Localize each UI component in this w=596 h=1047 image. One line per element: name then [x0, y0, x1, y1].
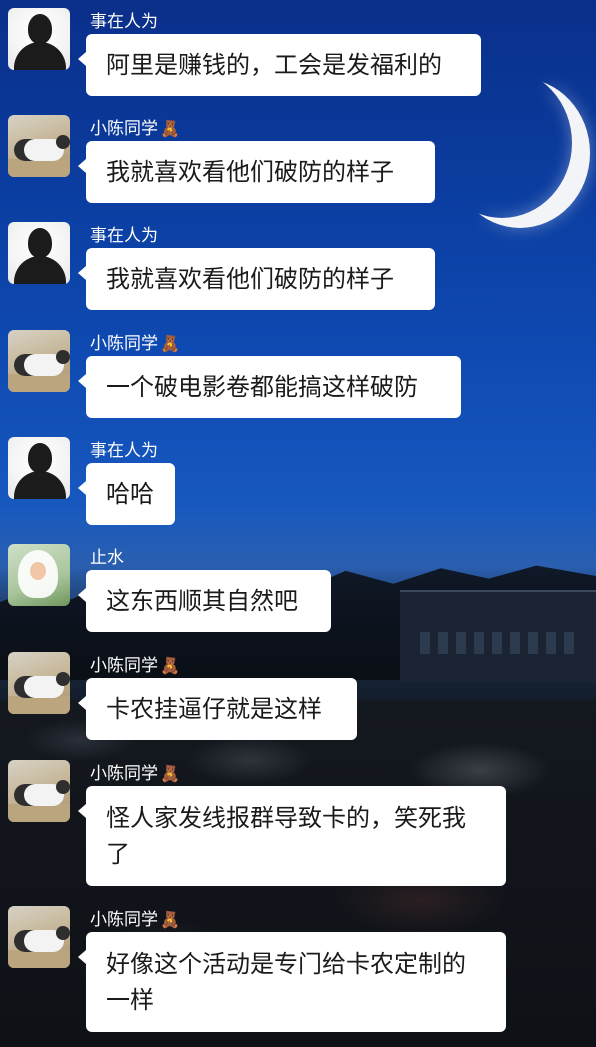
message-bubble[interactable]: 好像这个活动是专门给卡农定制的一样: [78, 932, 506, 1032]
message-bubble[interactable]: 怪人家发线报群导致卡的，笑死我了: [78, 786, 506, 886]
message-text: 这东西顺其自然吧: [106, 587, 298, 615]
avatar-cat-shape: [14, 780, 70, 806]
teddy-bear-icon: 🧸: [160, 334, 180, 353]
person-silhouette-avatar[interactable]: [8, 222, 70, 284]
child-photo-avatar[interactable]: [8, 544, 70, 606]
avatar-ledge-shape: [8, 159, 70, 177]
teddy-bear-icon: 🧸: [160, 119, 180, 138]
message-bubble[interactable]: 我就喜欢看他们破防的样子: [78, 248, 435, 310]
avatar-body-shape: [14, 471, 66, 499]
sender-name: 事在人为: [90, 440, 158, 462]
sender-name: 小陈同学 🧸: [90, 333, 180, 355]
sender-name: 止水: [90, 547, 124, 569]
sender-name-text: 小陈同学: [90, 119, 158, 139]
background-building: [400, 590, 596, 682]
message-text: 阿里是赚钱的，工会是发福利的: [106, 51, 442, 79]
message-text: 怪人家发线报群导致卡的，笑死我了: [106, 804, 466, 868]
message-text: 卡农挂逼仔就是这样: [106, 695, 322, 723]
avatar-face-shape: [30, 562, 46, 580]
sender-name-text: 小陈同学: [90, 910, 158, 930]
avatar-cat-shape: [14, 672, 70, 698]
avatar-cat-shape: [14, 135, 70, 161]
avatar-cat-shape: [14, 350, 70, 376]
message-text: 一个破电影卷都能搞这样破防: [106, 373, 418, 401]
cat-photo-avatar[interactable]: [8, 652, 70, 714]
avatar-cat-shape: [14, 926, 70, 952]
sender-name-text: 事在人为: [90, 441, 158, 461]
message-bubble[interactable]: 哈哈: [78, 463, 175, 525]
teddy-bear-icon: 🧸: [160, 764, 180, 783]
message-bubble[interactable]: 我就喜欢看他们破防的样子: [78, 141, 435, 203]
cat-photo-avatar[interactable]: [8, 330, 70, 392]
message-text: 我就喜欢看他们破防的样子: [106, 158, 394, 186]
sender-name-text: 止水: [90, 548, 124, 568]
avatar-ledge-shape: [8, 950, 70, 968]
person-silhouette-avatar[interactable]: [8, 437, 70, 499]
sender-name-text: 小陈同学: [90, 764, 158, 784]
message-bubble[interactable]: 一个破电影卷都能搞这样破防: [78, 356, 461, 418]
person-silhouette-avatar[interactable]: [8, 8, 70, 70]
avatar-body-shape: [14, 256, 66, 284]
sender-name-text: 小陈同学: [90, 334, 158, 354]
message-bubble[interactable]: 阿里是赚钱的，工会是发福利的: [78, 34, 481, 96]
message-text: 我就喜欢看他们破防的样子: [106, 265, 394, 293]
avatar-ledge-shape: [8, 804, 70, 822]
avatar-ledge-shape: [8, 696, 70, 714]
teddy-bear-icon: 🧸: [160, 910, 180, 929]
avatar-ledge-shape: [8, 374, 70, 392]
avatar-head-shape: [28, 443, 52, 473]
sender-name-text: 事在人为: [90, 12, 158, 32]
sender-name: 事在人为: [90, 11, 158, 33]
message-text: 哈哈: [106, 480, 154, 508]
sender-name: 小陈同学 🧸: [90, 655, 180, 677]
avatar-head-shape: [28, 14, 52, 44]
message-bubble[interactable]: 卡农挂逼仔就是这样: [78, 678, 357, 740]
message-text: 好像这个活动是专门给卡农定制的一样: [106, 950, 466, 1014]
sender-name: 小陈同学 🧸: [90, 909, 180, 931]
sender-name: 事在人为: [90, 225, 158, 247]
avatar-body-shape: [14, 42, 66, 70]
cat-photo-avatar[interactable]: [8, 906, 70, 968]
sender-name-text: 小陈同学: [90, 656, 158, 676]
sender-name: 小陈同学 🧸: [90, 118, 180, 140]
message-bubble[interactable]: 这东西顺其自然吧: [78, 570, 331, 632]
sender-name: 小陈同学 🧸: [90, 763, 180, 785]
cat-photo-avatar[interactable]: [8, 115, 70, 177]
cat-photo-avatar[interactable]: [8, 760, 70, 822]
sender-name-text: 事在人为: [90, 226, 158, 246]
avatar-head-shape: [28, 228, 52, 258]
building-windows: [420, 632, 580, 654]
teddy-bear-icon: 🧸: [160, 656, 180, 675]
